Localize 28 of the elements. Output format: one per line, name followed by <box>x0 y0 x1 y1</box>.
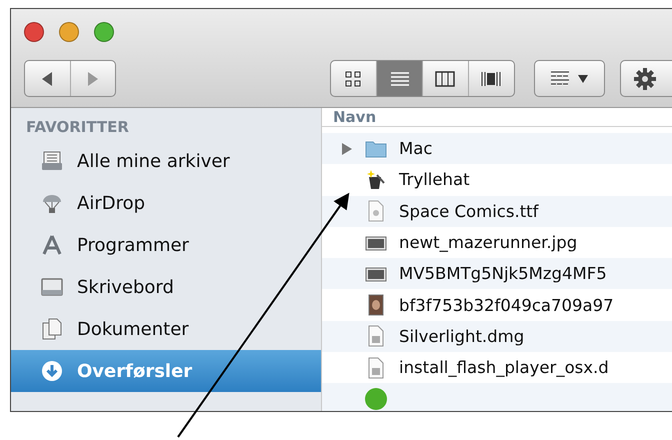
sidebar-item[interactable]: Alle mine arkiver <box>11 140 321 182</box>
sidebar-item[interactable]: Skrivebord <box>11 266 321 308</box>
sidebar-item[interactable]: Programmer <box>11 224 321 266</box>
magic-hat-icon <box>365 168 387 191</box>
sidebar-heading: FAVORITTER <box>25 118 130 138</box>
columns-icon <box>435 68 456 88</box>
sidebar-item[interactable]: AirDrop <box>11 182 321 224</box>
left-triangle-icon <box>40 70 54 88</box>
sidebar-item[interactable]: Dokumenter <box>11 308 321 350</box>
desktop-icon <box>41 276 63 298</box>
window-close-button[interactable] <box>24 22 44 42</box>
window-zoom-button[interactable] <box>94 22 114 42</box>
file-tray-icon <box>41 150 63 172</box>
file-name[interactable]: bf3f753b32f049ca709a97 <box>399 296 614 315</box>
documents-icon <box>41 318 63 340</box>
file-name[interactable]: Mac <box>399 139 432 158</box>
file-name[interactable]: install_flash_player_osx.d <box>399 358 609 378</box>
gear-icon <box>633 66 658 90</box>
right-triangle-icon <box>86 70 100 88</box>
caret-icon <box>578 74 588 82</box>
file-name[interactable]: newt_mazerunner.jpg <box>399 233 578 252</box>
window-minimize-button[interactable] <box>59 22 79 42</box>
letter-a-icon <box>41 234 63 256</box>
parachute-icon <box>41 192 63 214</box>
disclosure-triangle-icon[interactable] <box>341 142 353 155</box>
file-name[interactable]: Tryllehat <box>399 170 470 190</box>
list-view-button[interactable] <box>376 61 422 96</box>
column-header[interactable]: Navn <box>333 108 376 126</box>
